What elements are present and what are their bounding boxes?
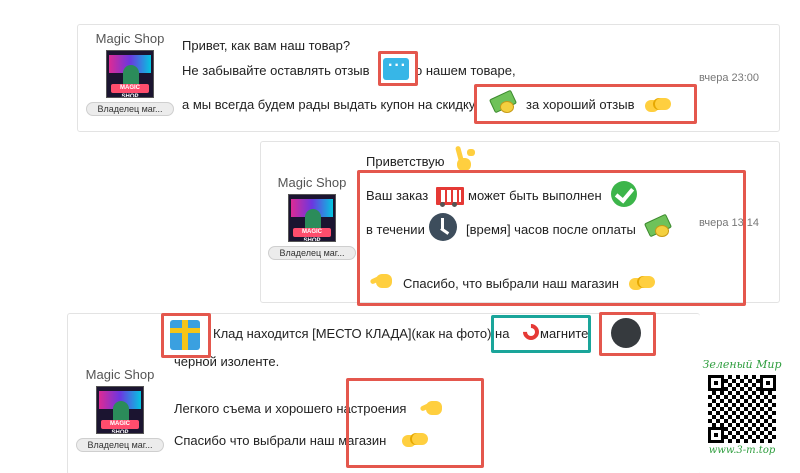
highlight-box [346,378,484,468]
highlight-box [161,313,211,358]
sender-block: Magic Shop MAGIC SHOP Владелец маг... [262,175,362,260]
victory-hand-icon [454,146,474,172]
avatar-text: MAGIC SHOP [101,420,139,433]
watermark-title: Зеленый Мир [702,358,782,371]
avatar-text: MAGIC SHOP [293,228,331,241]
highlight-box [474,84,697,124]
highlight-box [357,170,746,306]
message-text: Клад находится [МЕСТО КЛАДА](как на фото… [213,326,510,341]
role-badge: Владелец маг... [268,246,356,260]
qr-code [708,375,776,443]
sender-name[interactable]: Magic Shop [262,175,362,190]
highlight-box [599,312,656,356]
timestamp: вчера 23:00 [699,72,760,84]
sender-block: Magic Shop MAGIC SHOP Владелец маг... [80,31,180,116]
role-badge: Владелец маг... [76,438,164,452]
message-text: Приветствую [366,154,445,169]
avatar[interactable]: MAGIC SHOP [288,194,336,242]
watermark: Зеленый Мир www.3-m.top [700,358,784,468]
avatar[interactable]: MAGIC SHOP [106,50,154,98]
role-badge: Владелец маг... [86,102,174,116]
message-text: Не забывайте оставлять отзыв [182,63,370,78]
highlight-box [491,315,591,353]
avatar-text: MAGIC SHOP [111,84,149,97]
highlight-box [378,51,418,86]
sender-name[interactable]: Magic Shop [80,31,180,46]
message-text: Привет, как вам наш товар? [182,38,351,53]
sender-name[interactable]: Magic Shop [70,367,170,382]
sender-block: Magic Shop MAGIC SHOP Владелец маг... [70,367,170,452]
message-text: о нашем товаре, [415,63,516,78]
avatar[interactable]: MAGIC SHOP [96,386,144,434]
message-text: а мы всегда будем рады выдать купон на с… [182,97,476,112]
watermark-url: www.3-m.top [708,445,776,456]
